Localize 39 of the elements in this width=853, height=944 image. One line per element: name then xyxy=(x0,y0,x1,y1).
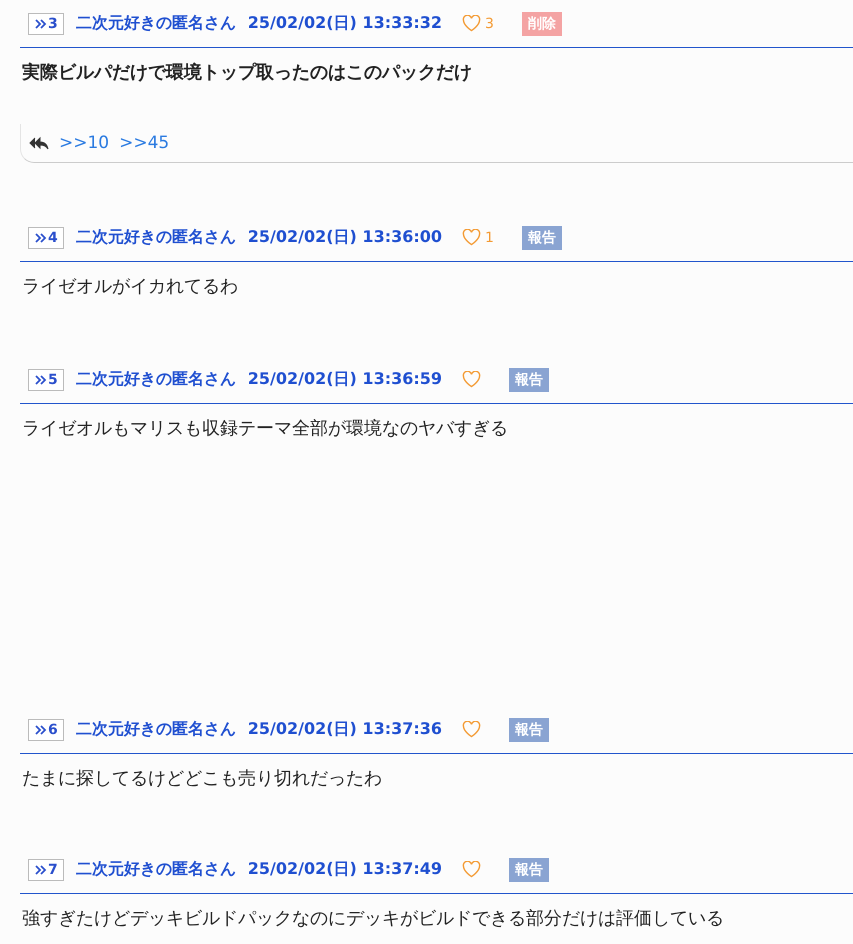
post-date: 25/02/02(日) 13:36:00 xyxy=(248,227,442,248)
heart-icon[interactable] xyxy=(462,229,482,246)
post-number-link[interactable]: 6 xyxy=(28,718,64,740)
double-chevron-icon xyxy=(35,232,47,244)
heart-icon[interactable] xyxy=(462,721,482,738)
post-body: 強すぎたけどデッキビルドパックなのにデッキがビルドできる部分だけは評価している xyxy=(21,907,725,930)
poster-name: 二次元好きの匿名さん xyxy=(76,227,236,248)
post-number-link[interactable]: 3 xyxy=(28,12,64,34)
report-button[interactable]: 報告 xyxy=(509,858,550,882)
post-date: 25/02/02(日) 13:36:59 xyxy=(248,369,442,390)
post-body: たまに探してるけどどこも売り切れだったわ xyxy=(21,767,383,790)
post-date: 25/02/02(日) 13:33:32 xyxy=(248,13,442,34)
post-number-link[interactable]: 4 xyxy=(28,226,64,248)
post-body: ライゼオルもマリスも収録テーマ全部が環境なのヤバすぎる xyxy=(21,417,509,440)
poster-name: 二次元好きの匿名さん xyxy=(76,369,236,390)
post-body: ライゼオルがイカれてるわ xyxy=(21,275,239,298)
post-date: 25/02/02(日) 13:37:49 xyxy=(248,859,442,880)
post-number-link[interactable]: 5 xyxy=(28,368,64,390)
poster-name: 二次元好きの匿名さん xyxy=(76,719,236,740)
reply-link[interactable]: >>10 xyxy=(59,133,110,153)
poster-name: 二次元好きの匿名さん xyxy=(76,13,236,34)
heart-icon[interactable] xyxy=(462,861,482,878)
heart-icon[interactable] xyxy=(462,371,482,388)
reply-all-icon xyxy=(29,136,49,150)
post-date: 25/02/02(日) 13:37:36 xyxy=(248,719,442,740)
double-chevron-icon xyxy=(35,724,47,736)
poster-name: 二次元好きの匿名さん xyxy=(76,859,236,880)
double-chevron-icon xyxy=(35,864,47,876)
like-count: 3 xyxy=(485,16,494,32)
heart-icon[interactable] xyxy=(462,15,482,32)
post-body: 実際ビルパだけで環境トップ取ったのはこのパックだけ xyxy=(21,61,473,84)
report-button[interactable]: 報告 xyxy=(522,226,562,250)
report-button[interactable]: 報告 xyxy=(509,368,550,392)
like-count: 1 xyxy=(485,230,494,246)
double-chevron-icon xyxy=(35,374,47,386)
post-number-link[interactable]: 7 xyxy=(28,858,64,880)
double-chevron-icon xyxy=(35,18,47,30)
report-button[interactable]: 報告 xyxy=(509,718,550,742)
reply-link[interactable]: >>45 xyxy=(119,133,170,153)
